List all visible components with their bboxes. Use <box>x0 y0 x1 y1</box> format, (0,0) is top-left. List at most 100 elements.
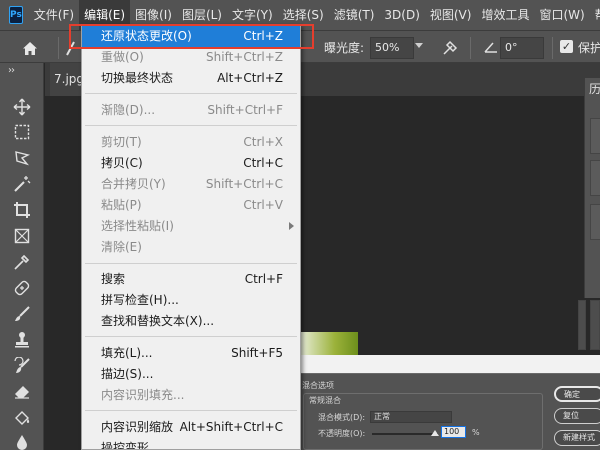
chevron-down-icon[interactable] <box>415 43 423 48</box>
clone-stamp-tool-icon[interactable] <box>11 329 33 351</box>
menu-item-paste[interactable]: 粘贴(P) Ctrl+V <box>82 195 300 216</box>
menu-item-copy[interactable]: 拷贝(C) Ctrl+C <box>82 153 300 174</box>
brush-tool-icon[interactable] <box>11 303 33 325</box>
menu-item-shortcut: Ctrl+Z <box>243 29 283 43</box>
healing-brush-tool-icon[interactable] <box>11 277 33 299</box>
menu-item-label: 填充(L)... <box>101 346 153 360</box>
opacity-slider[interactable] <box>372 433 438 435</box>
eraser-tool-icon[interactable] <box>11 381 33 403</box>
menu-plugins[interactable]: 增效工具 <box>476 0 534 30</box>
menu-separator <box>85 336 297 337</box>
menu-item-label: 切换最终状态 <box>101 71 174 85</box>
blending-options-label: 混合选项 <box>302 381 334 390</box>
edit-menu-dropdown: 还原状态更改(O) Ctrl+Z 重做(O) Shift+Ctrl+Z 切换最终… <box>81 24 301 450</box>
tools-panel: ›› <box>0 63 44 450</box>
menu-item-label: 拼写检查(H)... <box>101 293 179 307</box>
blur-tool-icon[interactable] <box>11 431 33 450</box>
menu-item-find-replace-text[interactable]: 查找和替换文本(X)... <box>82 311 300 332</box>
menu-item-search[interactable]: 搜索 Ctrl+F <box>82 269 300 290</box>
menu-help[interactable]: 帮 <box>590 0 600 30</box>
menu-item-fill[interactable]: 填充(L)... Shift+F5 <box>82 343 300 364</box>
menu-item-content-aware-fill[interactable]: 内容识别填充... <box>82 385 300 406</box>
menu-item-stroke[interactable]: 描边(S)... <box>82 364 300 385</box>
magic-wand-tool-icon[interactable] <box>11 173 33 195</box>
menu-item-shortcut: Ctrl+V <box>243 198 283 212</box>
opacity-unit: % <box>472 428 480 437</box>
menu-separator <box>85 263 297 264</box>
photoshop-logo: Ps <box>9 6 23 24</box>
move-tool-icon[interactable] <box>11 96 33 118</box>
exposure-input[interactable]: 50% <box>370 37 414 59</box>
menu-file[interactable]: 文件(F) <box>29 0 79 30</box>
menu-item-fade[interactable]: 渐隐(D)... Shift+Ctrl+F <box>82 100 300 121</box>
menu-item-label: 描边(S)... <box>101 367 154 381</box>
menu-item-paste-special[interactable]: 选择性粘贴(I) <box>82 216 300 237</box>
menu-item-label: 清除(E) <box>101 240 142 254</box>
new-style-button[interactable]: 新建样式 <box>554 430 600 446</box>
home-icon <box>23 41 37 55</box>
airbrush-icon[interactable] <box>440 38 460 58</box>
home-button[interactable] <box>14 36 46 60</box>
paint-bucket-tool-icon[interactable] <box>11 407 33 429</box>
opacity-label: 不透明度(O): <box>318 429 366 438</box>
menu-3d[interactable]: 3D(D) <box>379 0 424 30</box>
eyedropper-tool-icon[interactable] <box>11 251 33 273</box>
ok-button[interactable]: 确定 <box>554 386 600 402</box>
image-content <box>300 332 358 356</box>
protect-tones-label: 保护 <box>578 41 600 55</box>
separator <box>552 37 553 59</box>
menu-item-undo[interactable]: 还原状态更改(O) Ctrl+Z <box>82 26 300 47</box>
image-content <box>300 355 600 373</box>
menu-item-label: 内容识别填充... <box>101 388 185 402</box>
menu-item-label: 拷贝(C) <box>101 156 143 170</box>
angle-input[interactable]: 0° <box>500 37 544 59</box>
menu-item-redo[interactable]: 重做(O) Shift+Ctrl+Z <box>82 47 300 68</box>
menu-item-label: 合并拷贝(Y) <box>101 177 166 191</box>
menu-item-label: 剪切(T) <box>101 135 142 149</box>
tool-preset-icon[interactable] <box>64 39 78 57</box>
opacity-slider-thumb[interactable] <box>431 430 439 436</box>
exposure-label: 曝光度: <box>324 41 365 55</box>
menu-item-label: 粘贴(P) <box>101 198 142 212</box>
menu-separator <box>85 410 297 411</box>
menu-filter[interactable]: 滤镜(T) <box>329 0 380 30</box>
menu-separator <box>85 93 297 94</box>
panel-scroll[interactable] <box>590 118 600 154</box>
menu-item-clear[interactable]: 清除(E) <box>82 237 300 258</box>
menu-item-toggle-last-state[interactable]: 切换最终状态 Alt+Ctrl+Z <box>82 68 300 89</box>
panel-scroll[interactable] <box>590 160 600 196</box>
panel-scroll[interactable] <box>590 204 600 240</box>
panel-strip <box>590 300 600 350</box>
menu-item-cut[interactable]: 剪切(T) Ctrl+X <box>82 132 300 153</box>
menu-window[interactable]: 窗口(W) <box>534 0 589 30</box>
submenu-arrow-icon <box>289 222 294 230</box>
opacity-input[interactable]: 100 <box>441 426 466 438</box>
protect-tones-checkbox[interactable]: ✓ <box>560 40 573 53</box>
marquee-tool-icon[interactable] <box>11 121 33 143</box>
menu-item-copy-merged[interactable]: 合并拷贝(Y) Shift+Ctrl+C <box>82 174 300 195</box>
frame-tool-icon[interactable] <box>11 225 33 247</box>
history-brush-tool-icon[interactable] <box>11 355 33 377</box>
menu-item-shortcut: Alt+Shift+Ctrl+C <box>179 420 283 434</box>
separator <box>470 37 471 59</box>
menu-separator <box>85 125 297 126</box>
reset-button[interactable]: 复位 <box>554 408 600 424</box>
menu-item-label: 内容识别缩放 <box>101 420 174 434</box>
menu-item-shortcut: Shift+Ctrl+F <box>207 103 283 117</box>
menu-item-shortcut: Ctrl+C <box>243 156 283 170</box>
menu-item-shortcut: Ctrl+X <box>243 135 283 149</box>
menu-item-label: 查找和替换文本(X)... <box>101 314 215 328</box>
lasso-tool-icon[interactable] <box>11 147 33 169</box>
menu-item-label: 渐隐(D)... <box>101 103 156 117</box>
menu-item-shortcut: Shift+Ctrl+Z <box>206 50 283 64</box>
menu-item-puppet-warp[interactable]: 操控变形 <box>82 438 300 449</box>
blend-mode-select[interactable]: 正常 <box>370 411 452 423</box>
crop-tool-icon[interactable] <box>11 199 33 221</box>
menu-view[interactable]: 视图(V) <box>425 0 477 30</box>
menu-item-label: 还原状态更改(O) <box>101 29 192 43</box>
panel-strip <box>578 300 586 350</box>
menu-item-check-spelling[interactable]: 拼写检查(H)... <box>82 290 300 311</box>
collapse-icon[interactable]: ›› <box>8 65 15 76</box>
menu-item-content-aware-scale[interactable]: 内容识别缩放 Alt+Shift+Ctrl+C <box>82 417 300 438</box>
menu-item-shortcut: Alt+Ctrl+Z <box>217 71 283 85</box>
